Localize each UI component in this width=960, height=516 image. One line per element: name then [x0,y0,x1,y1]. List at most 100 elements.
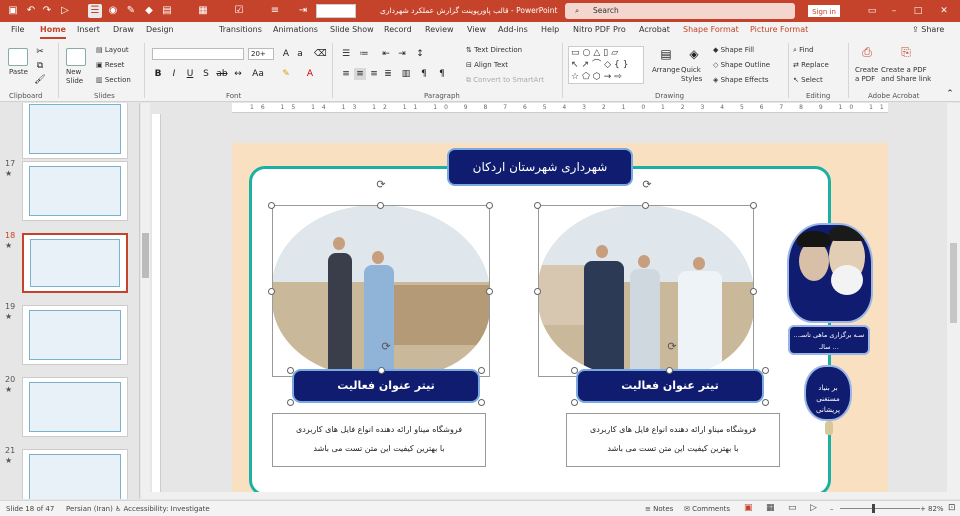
shape-outline-button[interactable]: ◇ Shape Outline [713,61,770,69]
change-case-icon[interactable]: Aa [252,68,264,80]
tab-record[interactable]: Record [384,25,412,34]
quick-styles-icon[interactable]: ◈ [688,48,700,60]
font-color-icon[interactable]: A [304,68,316,80]
more-icon[interactable]: ⇥ [296,4,310,18]
find-button[interactable]: ⌕ Find [793,46,814,55]
title-banner[interactable]: شهرداری شهرستان اردکان [447,148,633,186]
tab-animations[interactable]: Animations [273,25,318,34]
slide-thumbnail[interactable] [22,305,128,365]
resize-handle[interactable] [762,399,769,406]
draw-icon[interactable]: ✎ [124,4,138,18]
resize-handle[interactable] [287,367,294,374]
tab-insert[interactable]: Insert [77,25,100,34]
shrink-font-icon[interactable]: a [294,48,306,60]
tab-file[interactable]: File [11,25,24,34]
reading-view-icon[interactable]: ▭ [788,503,797,513]
decrease-indent-icon[interactable]: ⇤ [380,48,392,60]
grow-font-icon[interactable]: A [280,48,292,60]
shadow-icon[interactable]: S [200,68,212,80]
collapse-ribbon-icon[interactable]: ⌃ [944,88,956,100]
comments-button[interactable]: ✉ Comments [684,505,730,513]
tab-shape-format[interactable]: Shape Format [683,25,739,34]
slide-sorter-icon[interactable]: ▦ [766,503,775,513]
paste-button[interactable]: Paste [9,68,28,76]
paste-icon[interactable] [8,48,28,66]
resize-handle[interactable] [750,288,757,295]
close-icon[interactable]: ✕ [936,3,952,19]
thumbnail-scrollbar[interactable] [141,103,150,499]
rtl-icon[interactable]: ¶ [418,68,430,80]
tab-nitro-pdf[interactable]: Nitro PDF Pro [573,25,626,34]
italic-icon[interactable]: I [168,68,180,80]
resize-handle[interactable] [762,367,769,374]
new-slide-icon[interactable] [66,48,86,66]
rotate-handle-icon[interactable]: ⟳ [375,179,387,191]
resize-handle[interactable] [534,202,541,209]
horizontal-scrollbar[interactable] [150,492,947,499]
language-indicator[interactable]: Persian (Iran) [66,505,113,513]
clear-formatting-icon[interactable]: ⌫ [314,48,327,60]
slide-thumbnail-selected[interactable] [22,233,128,293]
vertical-ruler[interactable] [152,114,161,499]
tab-slide-show[interactable]: Slide Show [330,25,374,34]
slide-thumbnail[interactable] [22,377,128,437]
select-button[interactable]: ↖ Select [793,76,823,84]
tab-draw[interactable]: Draw [113,25,134,34]
tab-design[interactable]: Design [146,25,174,34]
create-share-icon[interactable]: ⎘ [900,46,912,58]
slide-show-icon[interactable]: ▷ [810,503,817,513]
align-icon[interactable]: ≡ [268,4,282,18]
resize-handle[interactable] [666,367,673,374]
create-share-button[interactable]: Create a PDF and Share link [881,66,933,84]
resize-handle[interactable] [486,288,493,295]
arrange-icon[interactable]: ▤ [660,48,672,60]
char-spacing-icon[interactable]: ↔ [232,68,244,80]
resize-handle[interactable] [287,399,294,406]
quick-font-select[interactable] [316,4,356,18]
slide-canvas[interactable]: ⟳ شهرداری شهرستان اردکان ⟳ ⟳ تیتر عنوان … [232,143,888,499]
align-center-icon[interactable]: ≡ [354,68,366,80]
arrange-button[interactable]: Arrange [652,66,680,74]
zoom-out-icon[interactable]: – [830,505,834,513]
zoom-slider-thumb[interactable] [872,504,875,513]
tab-transitions[interactable]: Transitions [219,25,262,34]
zoom-in-icon[interactable]: + [920,505,926,513]
reset-button[interactable]: ▣ Reset [96,61,124,69]
activity-title-left[interactable]: تیتر عنوان فعالیت [292,369,480,403]
search-box[interactable]: ⌕ Search [565,3,795,19]
slide-thumbnail[interactable] [22,103,128,159]
resize-handle[interactable] [486,202,493,209]
align-right-icon[interactable]: ≡ [368,68,380,80]
shapes-gallery[interactable]: ▭○△▯▱ ↖↗⌒◇{} ☆⬠⬡→⇨ [568,46,644,84]
highlight-icon[interactable]: ✎ [280,68,292,80]
font-name-field[interactable] [152,48,244,60]
format-painter-icon[interactable]: 🖌 [34,74,46,86]
bold-icon[interactable]: B [152,68,164,80]
start-from-beginning-icon[interactable]: ▷ [58,4,72,18]
justify-icon[interactable]: ≣ [382,68,394,80]
slide-thumbnail[interactable] [22,449,128,499]
resize-handle[interactable] [534,288,541,295]
increase-indent-icon[interactable]: ⇥ [396,48,408,60]
tab-help[interactable]: Help [541,25,559,34]
tab-picture-format[interactable]: Picture Format [750,25,808,34]
redo-icon[interactable]: ↷ [40,4,54,18]
fit-to-window-icon[interactable]: ⊡ [948,503,956,513]
resize-handle[interactable] [642,202,649,209]
sign-in-button[interactable]: Sign in [808,5,840,17]
scrollbar-thumb[interactable] [142,233,149,278]
present-icon[interactable]: ◉ [106,4,120,18]
resize-handle[interactable] [268,202,275,209]
slide-thumbnail-pane[interactable]: 17 ★ 18 ★ 19 ★ 20 ★ 21 ★ [0,103,140,499]
strikethrough-icon[interactable]: ab [216,68,228,80]
zoom-level[interactable]: 82% [928,505,944,513]
accessibility-checker[interactable]: ♿ Accessibility: Investigate [115,505,210,513]
minimize-icon[interactable]: – [886,3,902,19]
quick-styles-button[interactable]: Quick Styles [681,66,709,84]
shape-fill-button[interactable]: ◆ Shape Fill [713,46,754,54]
calligraphy-badge[interactable]: بر بنیاد مستغنی پریشانی [804,365,852,421]
tab-review[interactable]: Review [425,25,454,34]
cut-icon[interactable]: ✂ [34,46,46,58]
share-button[interactable]: ⇪ Share [912,25,944,34]
section-button[interactable]: ▥ Section [96,76,131,84]
